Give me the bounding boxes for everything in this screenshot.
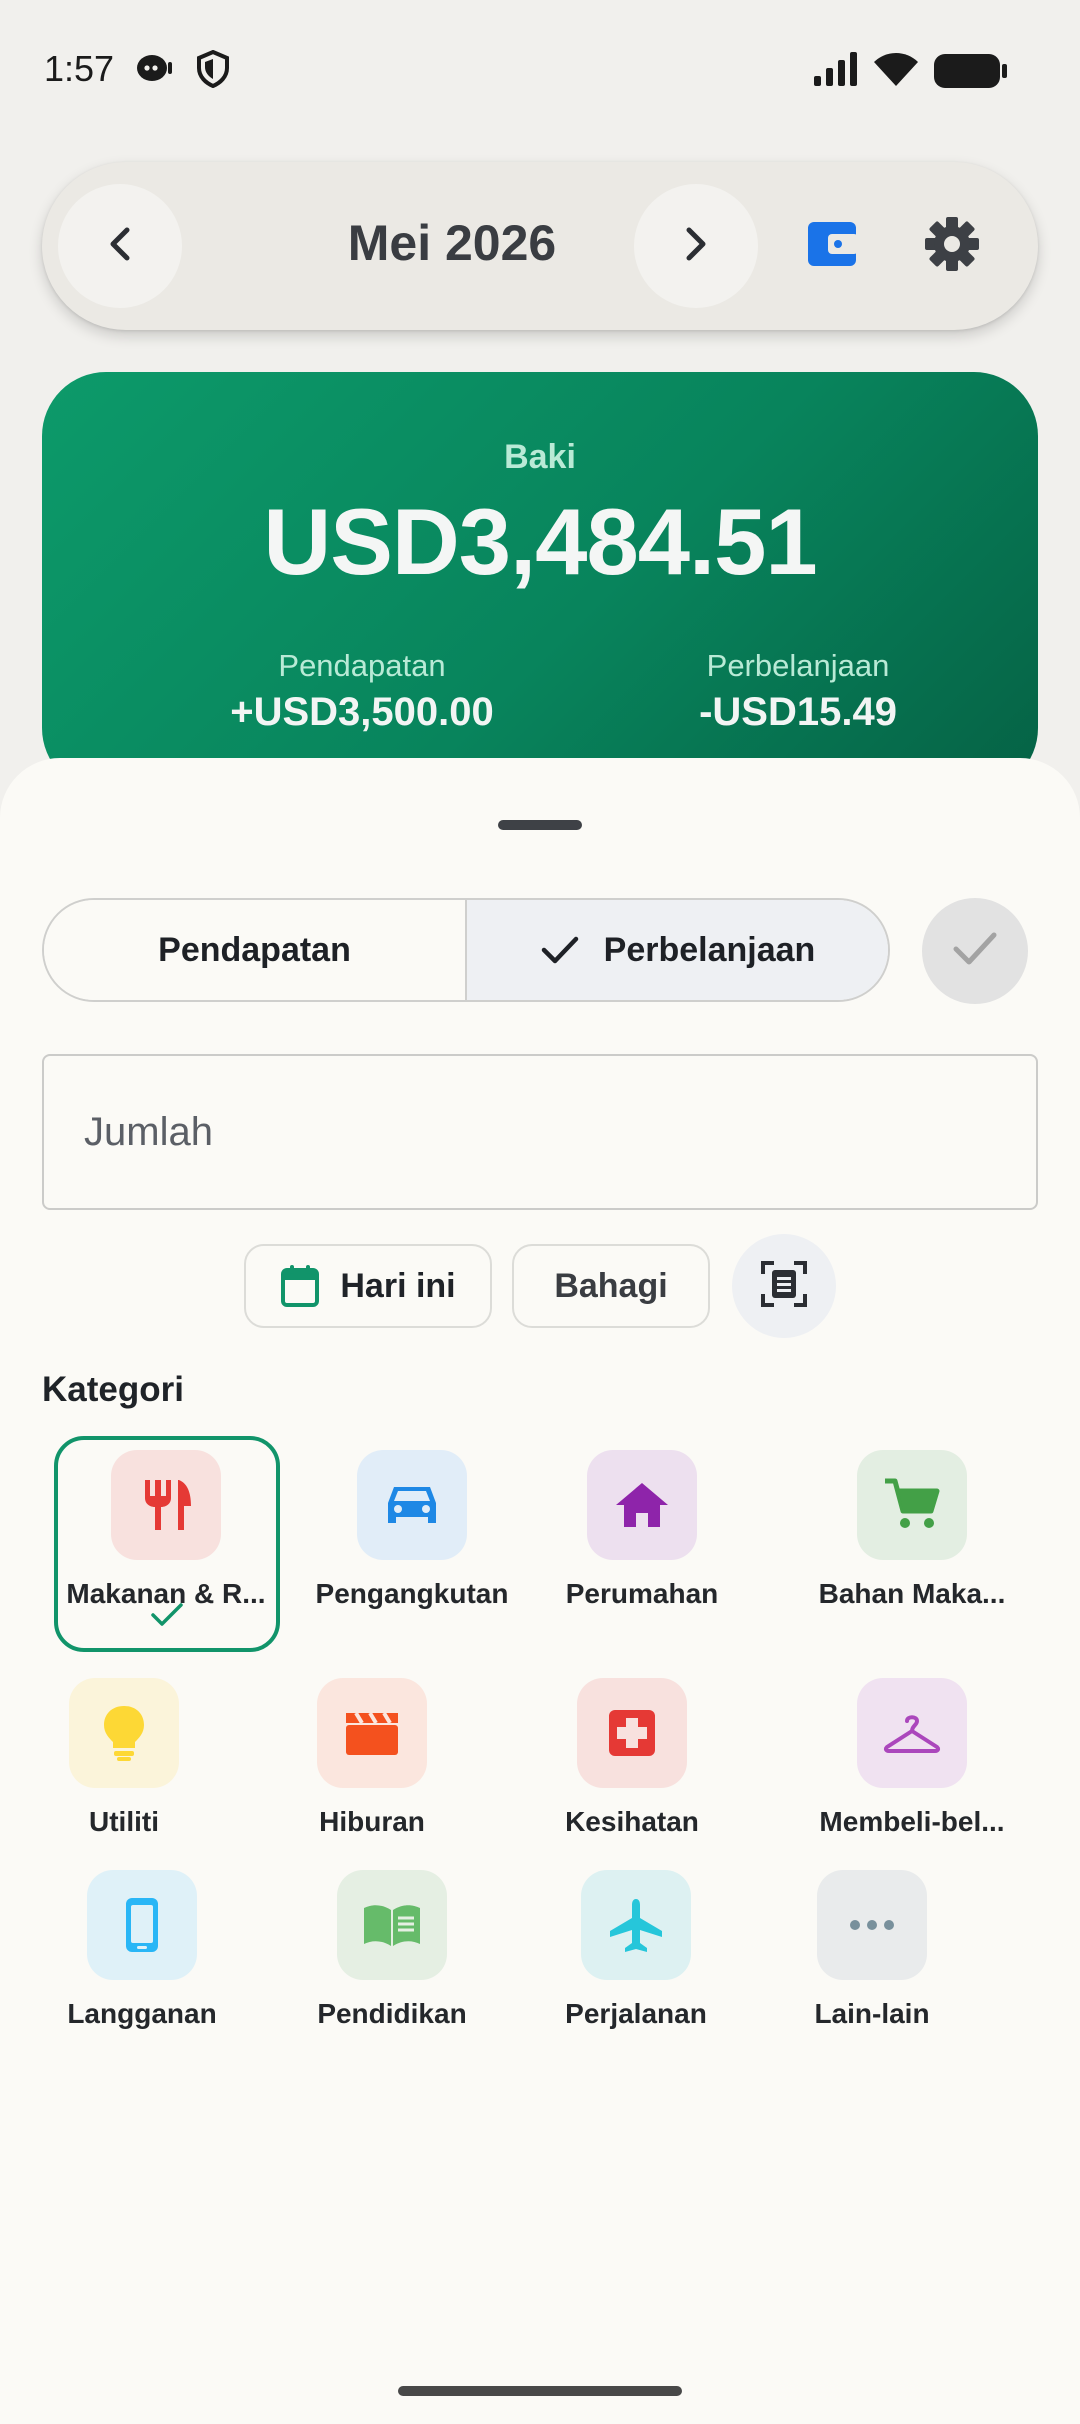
airplane-icon bbox=[581, 1870, 691, 1980]
category-label: Lain-lain bbox=[814, 1998, 930, 2029]
notification-bubble-icon bbox=[136, 52, 174, 91]
month-title[interactable]: Mei 2026 bbox=[202, 214, 702, 272]
clapperboard-icon bbox=[317, 1678, 427, 1788]
chevron-right-icon bbox=[681, 224, 711, 269]
expense-label: Perbelanjaan bbox=[706, 648, 890, 683]
date-chip-label: Hari ini bbox=[340, 1266, 456, 1305]
category-label: Membeli-bel... bbox=[819, 1806, 1005, 1837]
phone-icon bbox=[87, 1870, 197, 1980]
tab-expense-label: Perbelanjaan bbox=[603, 930, 816, 969]
category-education[interactable]: Pendidikan bbox=[280, 1870, 504, 2030]
category-housing[interactable]: Perumahan bbox=[530, 1450, 754, 1610]
wallet-button[interactable] bbox=[802, 216, 862, 276]
add-transaction-sheet: Pendapatan Perbelanjaan Hari ini Bahagi … bbox=[0, 758, 1080, 2424]
balance-amount: USD3,484.51 bbox=[263, 489, 817, 594]
category-label: Bahan Maka... bbox=[818, 1578, 1006, 1609]
category-transport[interactable]: Pengangkutan bbox=[300, 1450, 524, 1610]
scan-receipt-button[interactable] bbox=[732, 1234, 836, 1338]
book-icon bbox=[337, 1870, 447, 1980]
signal-icon bbox=[814, 50, 860, 93]
save-button[interactable] bbox=[922, 898, 1028, 1004]
income-label: Pendapatan bbox=[278, 648, 446, 683]
checkmark-icon bbox=[540, 935, 580, 965]
category-label: Perumahan bbox=[565, 1578, 719, 1609]
category-other[interactable]: Lain-lain bbox=[760, 1870, 984, 2030]
category-subscriptions[interactable]: Langganan bbox=[30, 1870, 254, 2030]
settings-button[interactable] bbox=[922, 216, 982, 276]
category-groceries[interactable]: Bahan Maka... bbox=[800, 1450, 1024, 1610]
wallet-icon bbox=[806, 220, 858, 273]
previous-month-button[interactable] bbox=[58, 184, 182, 308]
category-section-title: Kategori bbox=[42, 1370, 184, 1409]
amount-field[interactable] bbox=[42, 1054, 1038, 1210]
shield-icon bbox=[196, 49, 230, 93]
category-health[interactable]: Kesihatan bbox=[520, 1678, 744, 1838]
checkmark-icon bbox=[950, 929, 1000, 974]
balance-card: Baki USD3,484.51 Pendapatan +USD3,500.00… bbox=[42, 372, 1038, 792]
house-icon bbox=[587, 1450, 697, 1560]
hanger-icon bbox=[857, 1678, 967, 1788]
split-chip-label: Bahagi bbox=[554, 1266, 668, 1305]
cart-icon bbox=[857, 1450, 967, 1560]
date-chip[interactable]: Hari ini bbox=[244, 1244, 492, 1328]
split-chip[interactable]: Bahagi bbox=[512, 1244, 710, 1328]
home-indicator[interactable] bbox=[398, 2386, 682, 2396]
category-shopping[interactable]: Membeli-bel... bbox=[800, 1678, 1024, 1838]
calendar-icon bbox=[280, 1264, 320, 1308]
tab-expense[interactable]: Perbelanjaan bbox=[467, 900, 888, 1000]
selected-checkmark-icon bbox=[150, 1602, 184, 1633]
utensils-icon bbox=[111, 1450, 221, 1560]
battery-icon bbox=[934, 54, 1008, 93]
category-label: Utiliti bbox=[89, 1806, 159, 1837]
category-utilities[interactable]: Utiliti bbox=[12, 1678, 236, 1838]
more-dots-icon bbox=[817, 1870, 927, 1980]
category-travel[interactable]: Perjalanan bbox=[524, 1870, 748, 2030]
status-time: 1:57 bbox=[44, 48, 115, 89]
status-bar: 1:57 bbox=[0, 0, 1080, 140]
tab-income[interactable]: Pendapatan bbox=[44, 900, 467, 1000]
category-food[interactable]: Makanan & R... bbox=[54, 1450, 278, 1610]
receipt-scan-icon bbox=[760, 1260, 808, 1313]
balance-label: Baki bbox=[504, 438, 576, 476]
next-month-button[interactable] bbox=[634, 184, 758, 308]
car-icon bbox=[357, 1450, 467, 1560]
expense-value: -USD15.49 bbox=[699, 690, 897, 734]
category-label: Hiburan bbox=[319, 1806, 425, 1837]
tab-income-label: Pendapatan bbox=[158, 930, 351, 969]
category-label: Pendidikan bbox=[317, 1998, 467, 2029]
category-entertainment[interactable]: Hiburan bbox=[260, 1678, 484, 1838]
chevron-left-icon bbox=[105, 224, 135, 269]
transaction-type-toggle: Pendapatan Perbelanjaan bbox=[42, 898, 890, 1002]
lightbulb-icon bbox=[69, 1678, 179, 1788]
category-label: Langganan bbox=[67, 1998, 217, 2029]
category-label: Pengangkutan bbox=[315, 1578, 509, 1609]
wifi-icon bbox=[872, 50, 920, 93]
category-label: Perjalanan bbox=[565, 1998, 707, 2029]
amount-input[interactable] bbox=[44, 1056, 1036, 1208]
drag-handle[interactable] bbox=[498, 820, 582, 830]
month-header: Mei 2026 bbox=[42, 162, 1038, 330]
medical-cross-icon bbox=[577, 1678, 687, 1788]
income-value: +USD3,500.00 bbox=[230, 690, 494, 734]
gear-icon bbox=[924, 216, 980, 277]
category-label: Kesihatan bbox=[565, 1806, 699, 1837]
